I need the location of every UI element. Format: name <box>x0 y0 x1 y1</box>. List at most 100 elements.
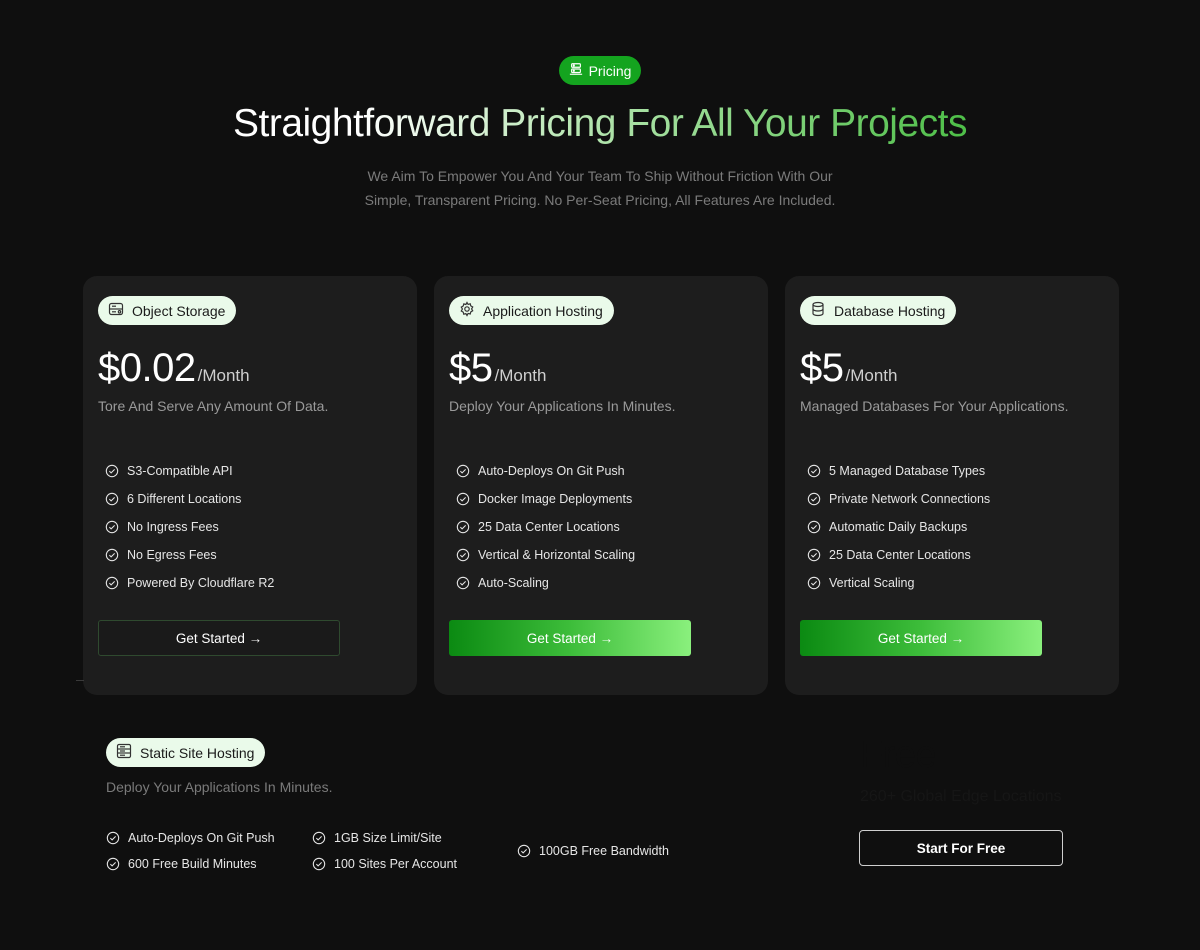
check-circle-icon <box>517 844 531 858</box>
price-period: /Month <box>197 366 250 385</box>
feature-item: 100GB Free Bandwidth <box>517 844 669 858</box>
check-circle-icon <box>106 857 120 871</box>
get-started-button[interactable]: Get Started → <box>800 620 1042 656</box>
plan-card-object-storage: Object Storage $0.02 /Month Tore And Ser… <box>83 276 417 695</box>
plan-name: Database Hosting <box>834 302 946 319</box>
feature-item: Vertical & Horizontal Scaling <box>456 541 635 569</box>
check-circle-icon <box>106 831 120 845</box>
feature-text: Auto-Deploys On Git Push <box>478 464 625 478</box>
feature-item: Auto-Scaling <box>456 569 635 597</box>
check-circle-icon <box>105 464 119 478</box>
feature-item: 25 Data Center Locations <box>456 513 635 541</box>
feature-item: 5 Managed Database Types <box>807 457 990 485</box>
feature-text: 600 Free Build Minutes <box>128 857 257 871</box>
price-period: /Month <box>494 366 547 385</box>
check-circle-icon <box>105 492 119 506</box>
plan-description: Managed Databases For Your Applications. <box>800 398 1069 414</box>
database-icon <box>810 301 826 320</box>
feature-text: No Egress Fees <box>127 548 217 562</box>
server-stack-icon <box>569 62 583 79</box>
feature-item: 25 Data Center Locations <box>807 541 990 569</box>
feature-text: 6 Different Locations <box>127 492 242 506</box>
page-subtitle: We Aim To Empower You And Your Team To S… <box>364 168 836 208</box>
feature-item: Automatic Daily Backups <box>807 513 990 541</box>
page-title: Straightforward Pricing For All Your Pro… <box>0 102 1200 146</box>
check-circle-icon <box>807 548 821 562</box>
price-period: /Month <box>845 366 898 385</box>
feature-text: Docker Image Deployments <box>478 492 633 506</box>
feature-item: Auto-Deploys On Git Push <box>106 831 275 845</box>
gear-icon <box>459 301 475 320</box>
feature-item: S3-Compatible API <box>105 457 274 485</box>
plan-pill: Database Hosting <box>800 296 957 325</box>
feature-item: Vertical Scaling <box>807 569 990 597</box>
feature-item: Powered By Cloudflare R2 <box>105 569 274 597</box>
feature-text: Auto-Scaling <box>478 576 549 590</box>
static-site-pill: Static Site Hosting <box>106 738 266 767</box>
feature-item: 1GB Size Limit/Site <box>312 831 442 845</box>
plan-price: $5 /Month <box>800 346 897 391</box>
plan-card-application-hosting: Application Hosting $5 /Month Deploy You… <box>434 276 768 695</box>
divider <box>76 680 84 681</box>
check-circle-icon <box>312 857 326 871</box>
plan-pill: Application Hosting <box>449 296 614 325</box>
feature-text: 100 Sites Per Account <box>334 857 457 871</box>
price-amount: $5 <box>449 346 493 390</box>
plan-card-database-hosting: Database Hosting $5 /Month Managed Datab… <box>785 276 1119 695</box>
feature-text: Private Network Connections <box>829 492 991 506</box>
check-circle-icon <box>807 492 821 506</box>
plan-description: Deploy Your Applications In Minutes. <box>449 398 676 414</box>
pricing-badge-label: Pricing <box>588 62 632 79</box>
feature-item: Docker Image Deployments <box>456 485 635 513</box>
check-circle-icon <box>807 576 821 590</box>
feature-item: 6 Different Locations <box>105 485 274 513</box>
check-circle-icon <box>456 548 470 562</box>
plan-name: Object Storage <box>132 302 226 319</box>
check-circle-icon <box>312 831 326 845</box>
get-started-button[interactable]: Get Started → <box>449 620 691 656</box>
check-circle-icon <box>456 576 470 590</box>
feature-text: Vertical Scaling <box>829 576 915 590</box>
static-site-name: Static Site Hosting <box>140 744 255 761</box>
feature-list: 5 Managed Database Types Private Network… <box>807 457 990 597</box>
feature-text: 25 Data Center Locations <box>478 520 620 534</box>
feature-text: 1GB Size Limit/Site <box>334 831 442 845</box>
storage-icon <box>108 301 124 320</box>
feature-list: Auto-Deploys On Git Push Docker Image De… <box>456 457 635 597</box>
feature-item: 600 Free Build Minutes <box>106 857 257 871</box>
check-circle-icon <box>456 492 470 506</box>
plan-name: Application Hosting <box>483 302 603 319</box>
feature-item: Private Network Connections <box>807 485 990 513</box>
feature-text: S3-Compatible API <box>127 464 233 478</box>
price-amount: $5 <box>800 346 844 390</box>
plan-description: Tore And Serve Any Amount Of Data. <box>98 398 329 414</box>
pricing-badge: Pricing <box>559 56 641 85</box>
feature-text: No Ingress Fees <box>127 520 219 534</box>
get-started-button[interactable]: Get Started → <box>98 620 340 656</box>
free-subtitle: 260+ Global Edge Locations <box>860 788 1062 805</box>
plan-pill: Object Storage <box>98 296 237 325</box>
start-for-free-button[interactable]: Start For Free <box>859 830 1063 866</box>
feature-text: 5 Managed Database Types <box>829 464 986 478</box>
check-circle-icon <box>456 464 470 478</box>
server-icon <box>116 743 132 762</box>
check-circle-icon <box>105 548 119 562</box>
free-price: Free <box>860 734 937 776</box>
plan-price: $0.02 /Month <box>98 346 250 391</box>
check-circle-icon <box>105 576 119 590</box>
feature-text: Vertical & Horizontal Scaling <box>478 548 636 562</box>
feature-list: S3-Compatible API 6 Different Locations … <box>105 457 274 597</box>
feature-text: 100GB Free Bandwidth <box>539 844 669 858</box>
price-amount: $0.02 <box>98 346 196 390</box>
feature-item: No Egress Fees <box>105 541 274 569</box>
feature-text: Auto-Deploys On Git Push <box>128 831 275 845</box>
feature-text: Powered By Cloudflare R2 <box>127 576 275 590</box>
check-circle-icon <box>105 520 119 534</box>
static-site-description: Deploy Your Applications In Minutes. <box>106 779 333 795</box>
check-circle-icon <box>807 520 821 534</box>
feature-text: 25 Data Center Locations <box>829 548 971 562</box>
feature-text: Automatic Daily Backups <box>829 520 968 534</box>
check-circle-icon <box>807 464 821 478</box>
feature-item: Auto-Deploys On Git Push <box>456 457 635 485</box>
plan-price: $5 /Month <box>449 346 546 391</box>
